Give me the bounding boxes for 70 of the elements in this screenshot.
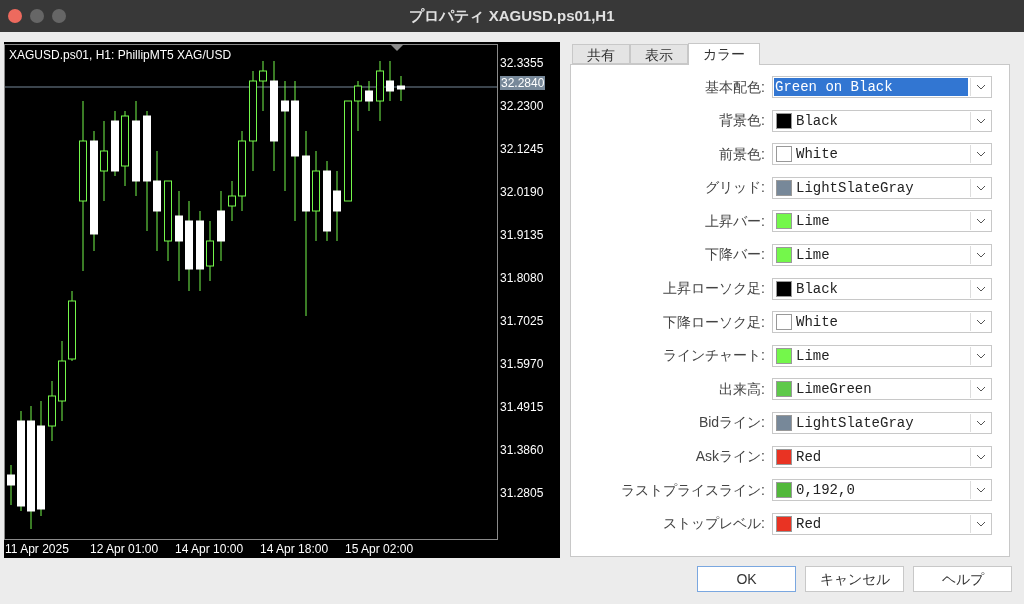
- field-label: Bidライン:: [698, 413, 765, 433]
- price-label: 32.0190: [500, 186, 545, 198]
- candle: [206, 220, 214, 282]
- field-label: ラインチャート:: [663, 346, 765, 366]
- zoom-button[interactable]: [52, 9, 66, 23]
- tab[interactable]: カラー: [688, 43, 760, 65]
- candle: [397, 75, 405, 102]
- field-label: ストップレベル:: [663, 514, 765, 534]
- tab[interactable]: 共有: [572, 44, 630, 64]
- field-label: 上昇ローソク足:: [663, 279, 765, 299]
- scheme-dropdown[interactable]: Green on Black: [772, 76, 992, 98]
- time-label: 15 Apr 02:00: [344, 541, 415, 558]
- time-label: 11 Apr 2025: [4, 541, 70, 558]
- color-dropdown[interactable]: LightSlateGray: [772, 411, 992, 434]
- close-button[interactable]: [8, 9, 22, 23]
- field-label: 下降バー:: [705, 245, 765, 265]
- color-dropdown[interactable]: Black: [772, 277, 992, 300]
- chart-legend: XAGUSD.ps01, H1: PhillipMT5 XAG/USD: [9, 46, 232, 64]
- field-label: ラストプライスライン:: [621, 480, 765, 500]
- candle: [111, 110, 119, 177]
- candle: [354, 80, 362, 132]
- window-title: プロパティ XAGUSD.ps01,H1: [409, 5, 615, 26]
- candle: [7, 464, 15, 506]
- field-label: 前景色:: [719, 144, 765, 164]
- price-label: 32.3355: [500, 57, 545, 69]
- candle: [259, 60, 267, 112]
- dialog-button[interactable]: キャンセル: [805, 566, 904, 592]
- color-dropdown[interactable]: Lime: [772, 210, 992, 233]
- color-dropdown[interactable]: Red: [772, 512, 992, 535]
- price-label: 31.9135: [500, 229, 545, 241]
- time-label: 12 Apr 01:00: [89, 541, 160, 558]
- candle: [217, 190, 225, 262]
- color-dropdown[interactable]: White: [772, 143, 992, 166]
- color-dropdown[interactable]: Lime: [772, 243, 992, 266]
- color-dropdown[interactable]: LimeGreen: [772, 378, 992, 401]
- candle: [68, 290, 76, 362]
- field-label: 背景色:: [719, 111, 765, 131]
- field-label: 上昇バー:: [705, 211, 765, 231]
- color-dropdown[interactable]: White: [772, 311, 992, 334]
- candle: [228, 180, 236, 222]
- field-label: 出来高:: [719, 379, 765, 399]
- current-price-label: 32.2840: [500, 76, 546, 90]
- field-label: グリッド:: [705, 178, 765, 198]
- time-label: 14 Apr 10:00: [174, 541, 245, 558]
- dialog-button[interactable]: OK: [697, 566, 796, 592]
- tab[interactable]: 表示: [630, 44, 688, 64]
- price-label: 31.7025: [500, 315, 545, 327]
- price-label: 31.4915: [500, 401, 545, 413]
- price-label: 32.2300: [500, 100, 545, 112]
- price-label: 31.8080: [500, 272, 545, 284]
- minimize-button[interactable]: [30, 9, 44, 23]
- candle: [333, 170, 341, 242]
- price-label: 31.2805: [500, 487, 545, 499]
- candle: [48, 380, 56, 442]
- color-dropdown[interactable]: Black: [772, 109, 992, 132]
- candle: [376, 60, 384, 122]
- time-label: 14 Apr 18:00: [259, 541, 330, 558]
- price-label: 32.1245: [500, 143, 545, 155]
- field-label: Askライン:: [695, 447, 765, 467]
- dialog-button[interactable]: ヘルプ: [913, 566, 1012, 592]
- candle: [365, 80, 373, 112]
- field-label: 基本配色:: [705, 77, 765, 97]
- color-dropdown[interactable]: Lime: [772, 344, 992, 367]
- price-label: 31.5970: [500, 358, 545, 370]
- candle: [386, 60, 394, 102]
- field-label: 下降ローソク足:: [663, 312, 765, 332]
- price-label: 31.3860: [500, 444, 545, 456]
- color-dropdown[interactable]: Red: [772, 445, 992, 468]
- color-dropdown[interactable]: 0,192,0: [772, 479, 992, 502]
- color-dropdown[interactable]: LightSlateGray: [772, 176, 992, 199]
